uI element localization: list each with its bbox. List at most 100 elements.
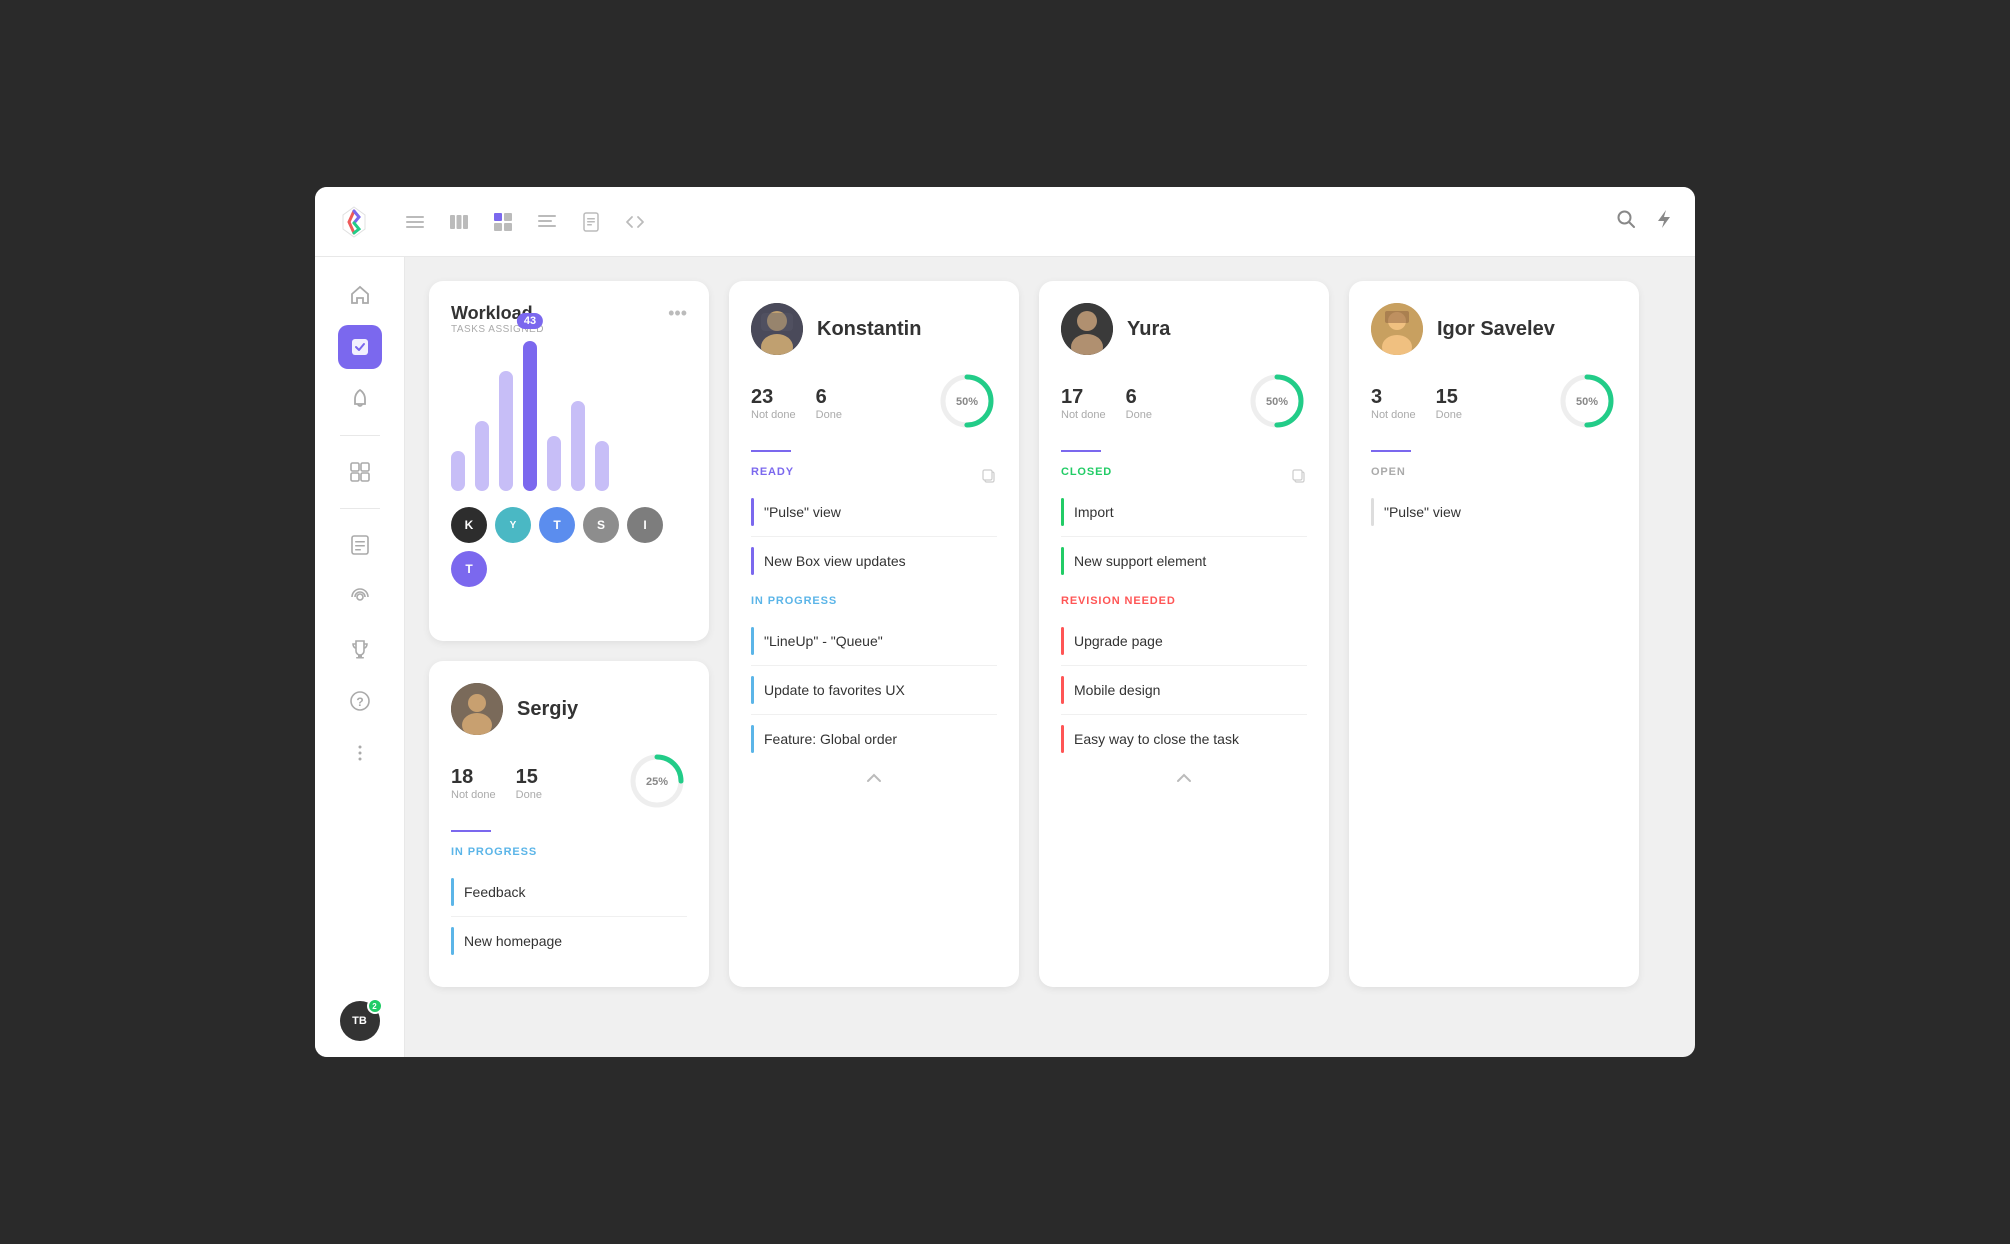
column-view-icon[interactable] [447, 210, 471, 234]
task-label: Feature: Global order [764, 731, 897, 747]
sidebar-item-broadcast[interactable] [338, 575, 382, 619]
task-bar [751, 627, 754, 655]
task-item: Mobile design [1061, 666, 1307, 715]
yura-closed-header: CLOSED [1061, 466, 1307, 488]
sidebar-item-apps[interactable] [338, 450, 382, 494]
task-bar [1061, 498, 1064, 526]
yura-collapse-button[interactable] [1061, 763, 1307, 783]
search-icon[interactable] [1615, 208, 1637, 236]
content-area: Workload TASKS ASSIGNED ••• [405, 257, 1695, 1057]
konstantin-stats: 23 Not done 6 Done 50% [751, 371, 997, 436]
task-label: New homepage [464, 933, 562, 949]
yura-stats: 17 Not done 6 Done 50% [1061, 371, 1307, 436]
sidebar-bottom: TB 2 [340, 1001, 380, 1041]
sidebar-item-tasks[interactable] [338, 325, 382, 369]
chart-bar [475, 421, 489, 491]
task-item: Feature: Global order [751, 715, 997, 763]
avatar-konstantin[interactable]: K [451, 507, 487, 543]
igor-header: Igor Savelev [1371, 303, 1617, 355]
sergiy-header: Sergiy [451, 683, 687, 735]
konstantin-progress-ring: 50% [937, 371, 997, 436]
yura-card: Yura 17 Not done 6 Done [1039, 281, 1329, 987]
tasks-view-icon[interactable] [535, 210, 559, 234]
cards-row: Workload TASKS ASSIGNED ••• [429, 281, 1671, 987]
sergiy-avatar [451, 683, 503, 735]
copy-icon[interactable] [981, 468, 997, 487]
sergiy-not-done: 18 Not done [451, 766, 496, 801]
yura-revision-tasks: Upgrade page Mobile design Easy way to c… [1061, 617, 1307, 763]
sergiy-progress-ring: 25% [627, 751, 687, 816]
lightning-icon[interactable] [1653, 208, 1675, 236]
konstantin-ready-header: READY [751, 466, 997, 488]
konstantin-collapse-button[interactable] [751, 763, 997, 783]
igor-progress-ring: 50% [1557, 371, 1617, 436]
sidebar-item-home[interactable] [338, 273, 382, 317]
avatar-t1[interactable]: T [539, 507, 575, 543]
task-item: Import [1061, 488, 1307, 537]
bar-1 [451, 451, 465, 491]
chart-bar [547, 436, 561, 491]
task-label: "Pulse" view [764, 504, 841, 520]
konstantin-card: Konstantin 23 Not done 6 Done [729, 281, 1019, 987]
igor-open-tasks: "Pulse" view [1371, 488, 1617, 536]
sidebar-item-documents[interactable] [338, 523, 382, 567]
sidebar-item-notifications[interactable] [338, 377, 382, 421]
task-label: Mobile design [1074, 682, 1160, 698]
avatar-yura[interactable]: Y [495, 507, 531, 543]
code-view-icon[interactable] [623, 210, 647, 234]
top-bar [315, 187, 1695, 257]
document-view-icon[interactable] [579, 210, 603, 234]
sidebar-item-trophy[interactable] [338, 627, 382, 671]
task-bar [1061, 627, 1064, 655]
igor-card: Igor Savelev 3 Not done 15 Done [1349, 281, 1639, 987]
bar-3 [499, 371, 513, 491]
chart-bar [595, 441, 609, 491]
list-view-icon[interactable] [403, 210, 427, 234]
avatar-t2[interactable]: T [451, 551, 487, 587]
avatar-initials: TB [352, 1015, 367, 1027]
yura-closed-tasks: Import New support element [1061, 488, 1307, 585]
task-label: Update to favorites UX [764, 682, 905, 698]
sidebar-item-help[interactable]: ? [338, 679, 382, 723]
bar-7 [595, 441, 609, 491]
task-bar [451, 878, 454, 906]
avatar-sergiy[interactable]: S [583, 507, 619, 543]
yura-avatar [1061, 303, 1113, 355]
chart-bar [571, 401, 585, 491]
konstantin-avatar [751, 303, 803, 355]
konstantin-inprogress-label: IN PROGRESS [751, 595, 997, 607]
task-label: New support element [1074, 553, 1206, 569]
task-label: Import [1074, 504, 1114, 520]
konstantin-not-done: 23 Not done [751, 386, 796, 421]
yura-name: Yura [1127, 318, 1170, 341]
chart-bar-highlight [523, 341, 537, 491]
yura-closed-label: CLOSED [1061, 466, 1112, 478]
bar-badge: 43 [517, 313, 543, 329]
bar-2 [475, 421, 489, 491]
task-label: Easy way to close the task [1074, 731, 1239, 747]
toolbar-icons [403, 210, 1615, 234]
task-bar [451, 927, 454, 955]
yura-not-done: 17 Not done [1061, 386, 1106, 421]
sidebar-item-more[interactable] [338, 731, 382, 775]
logo[interactable] [335, 203, 373, 241]
yura-done: 6 Done [1126, 386, 1152, 421]
task-item: New support element [1061, 537, 1307, 585]
chart-bar [451, 451, 465, 491]
task-item: Feedback [451, 868, 687, 917]
workload-chart: 43 [451, 339, 687, 499]
user-avatar[interactable]: TB 2 [340, 1001, 380, 1041]
sidebar-divider-1 [340, 435, 380, 436]
avatar-igor[interactable]: I [627, 507, 663, 543]
sergiy-name: Sergiy [517, 698, 578, 721]
igor-done: 15 Done [1436, 386, 1462, 421]
konstantin-divider [751, 450, 791, 452]
notification-badge: 2 [367, 998, 383, 1014]
workload-menu-button[interactable]: ••• [668, 303, 687, 324]
bar-6 [571, 401, 585, 491]
task-item: New Box view updates [751, 537, 997, 585]
copy-icon-yura[interactable] [1291, 468, 1307, 487]
workload-header: Workload TASKS ASSIGNED ••• [451, 303, 687, 335]
grid-view-icon[interactable] [491, 210, 515, 234]
task-bar [751, 547, 754, 575]
